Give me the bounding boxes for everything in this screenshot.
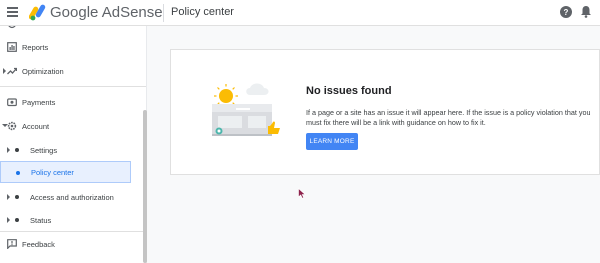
menu-icon[interactable]: [7, 7, 18, 17]
reports-icon: [7, 42, 17, 52]
learn-more-button[interactable]: LEARN MORE: [306, 133, 358, 150]
chevron-right-icon[interactable]: [3, 68, 6, 74]
sidebar-item-reports[interactable]: Reports: [0, 36, 131, 58]
bell-icon[interactable]: [580, 5, 592, 18]
sidebar-item-optimization[interactable]: Optimization: [0, 60, 131, 82]
bullet-icon: [15, 148, 19, 152]
no-issues-illustration: [212, 83, 280, 136]
chevron-right-icon[interactable]: [7, 194, 10, 200]
card-heading: No issues found: [306, 85, 392, 97]
sidebar-item-payments[interactable]: Payments: [0, 91, 131, 113]
sidebar-item-status[interactable]: Status: [0, 209, 131, 231]
sidebar-item-label: Feedback: [22, 239, 55, 249]
sidebar-item-settings[interactable]: Settings: [0, 139, 131, 161]
svg-text:?: ?: [564, 8, 569, 17]
policy-status-card: No issues found If a page or a site has …: [170, 49, 600, 175]
sidebar-divider: [0, 231, 146, 232]
page-title: Policy center: [171, 6, 234, 18]
sidebar-item-label: Optimization: [22, 66, 64, 76]
brand-name[interactable]: Google AdSense: [50, 4, 163, 21]
sidebar-item-label: Status: [30, 215, 52, 225]
trending-up-icon: [7, 67, 17, 75]
brand-product: AdSense: [101, 4, 163, 21]
bullet-icon: [16, 171, 20, 175]
top-app-bar: Google AdSense Policy center ?: [0, 0, 600, 26]
gear-icon: [7, 121, 17, 131]
home-icon: [8, 26, 16, 29]
sidebar-item-account[interactable]: Account: [0, 115, 131, 137]
sidebar: Reports Optimization Payments Account Se…: [0, 26, 147, 263]
bullet-icon: [15, 218, 19, 222]
chevron-right-icon[interactable]: [7, 217, 10, 223]
brand-google: Google: [50, 4, 99, 21]
sidebar-item-access-and-authorization[interactable]: Access and authorization: [0, 186, 131, 208]
sidebar-item-label: Settings: [30, 145, 58, 155]
card-description: If a page or a site has an issue it will…: [306, 108, 591, 127]
sidebar-item-label: Policy center: [31, 167, 74, 177]
payments-icon: [7, 98, 17, 107]
help-icon[interactable]: ?: [560, 6, 572, 18]
feedback-icon: [7, 239, 17, 249]
sidebar-item-feedback[interactable]: Feedback: [0, 233, 131, 255]
sidebar-scrollbar[interactable]: [143, 110, 147, 263]
chevron-right-icon[interactable]: [7, 147, 10, 153]
header-divider: [163, 4, 164, 22]
sidebar-item-label: Payments: [22, 97, 56, 107]
sidebar-item-policy-center[interactable]: Policy center: [0, 161, 131, 183]
sidebar-item-label: Access and authorization: [30, 192, 114, 202]
sidebar-item-label: Account: [22, 121, 50, 131]
sidebar-item-label: Reports: [22, 42, 49, 52]
mouse-cursor-icon: [298, 188, 306, 199]
bullet-icon: [15, 195, 19, 199]
adsense-logo-icon: [29, 4, 46, 21]
sidebar-divider: [0, 86, 146, 87]
